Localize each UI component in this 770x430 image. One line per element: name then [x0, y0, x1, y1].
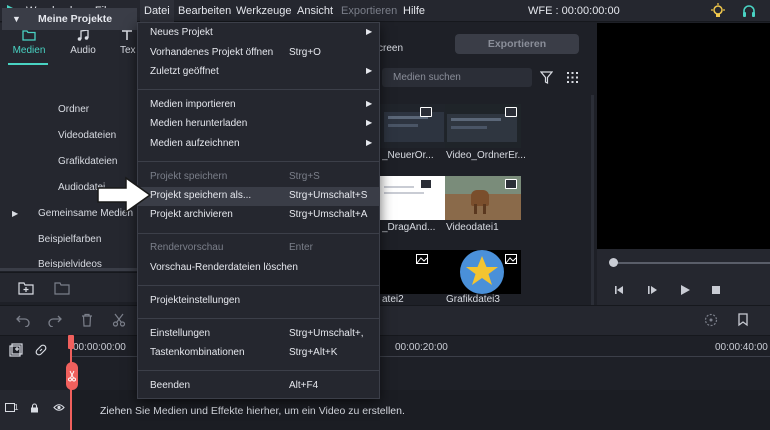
folder-outline-icon[interactable]: [54, 281, 70, 295]
stop-icon[interactable]: [709, 283, 723, 297]
headset-icon[interactable]: [741, 3, 757, 19]
menu-hilfe[interactable]: Hilfe: [403, 5, 425, 17]
redo-icon[interactable]: [48, 313, 62, 327]
media-thumb-video-ordner[interactable]: [445, 104, 521, 148]
submenu-arrow-icon: ▶: [366, 99, 373, 108]
grid-view-icon[interactable]: [566, 71, 579, 84]
empty-timeline-hint: Ziehen Sie Medien und Effekte hierher, u…: [100, 405, 405, 417]
datei-dropdown-menu: Neues Projekt ▶ Vorhandenes Projekt öffn…: [137, 22, 380, 399]
submenu-arrow-icon: ▶: [366, 27, 373, 36]
export-button[interactable]: Exportieren: [455, 34, 579, 54]
menuitem-projekt-speichern-als[interactable]: Projekt speichern als... Strg+Umschalt+S: [138, 187, 379, 206]
menuitem-zuletzt-geoeffnet[interactable]: Zuletzt geöffnet ▶: [138, 63, 379, 82]
menuitem-beenden[interactable]: Beenden Alt+F4: [138, 377, 379, 396]
scissors-icon[interactable]: [112, 313, 126, 327]
play-icon[interactable]: [678, 283, 692, 297]
folder-grafikdateien[interactable]: Grafikdateien: [58, 156, 117, 167]
preview-player: [597, 23, 770, 249]
menuitem-projekt-archivieren[interactable]: Projekt archivieren Strg+Umschalt+A: [138, 206, 379, 225]
submenu-arrow-icon: ▶: [366, 66, 373, 75]
ruler-time-40: 00:00:40:00: [715, 342, 768, 353]
star-image: [460, 250, 504, 294]
tab-split-screen[interactable]: creen: [378, 43, 403, 54]
folder-videodateien[interactable]: Videodateien: [58, 130, 116, 141]
submenu-arrow-icon: ▶: [366, 138, 373, 147]
menuitem-neues-projekt[interactable]: Neues Projekt ▶: [138, 24, 379, 43]
menu-separator: [138, 285, 379, 286]
folder-toolbar: [0, 272, 137, 302]
timecode-display: WFE : 00:00:00:00: [528, 5, 620, 17]
menuitem-rendervorschau[interactable]: Rendervorschau Enter: [138, 239, 379, 258]
caret-down-icon: ▼: [12, 14, 21, 24]
render-icon[interactable]: [704, 313, 718, 327]
track-header: 1: [0, 390, 70, 430]
media-label-2: Video_OrdnerEr...: [446, 150, 526, 161]
text-icon: [122, 30, 132, 40]
menu-separator: [138, 318, 379, 319]
menuitem-projekteinstellungen[interactable]: Projekteinstellungen: [138, 292, 379, 311]
video-badge-icon: [505, 179, 517, 189]
media-label-6: Grafikdatei3: [446, 294, 500, 305]
menuitem-vorschau-renderdateien-loeschen[interactable]: Vorschau-Renderdateien löschen: [138, 259, 379, 278]
menu-bearbeiten[interactable]: Bearbeiten: [178, 5, 231, 17]
folder-beispielvideos[interactable]: Beispielvideos: [38, 259, 102, 268]
menu-separator: [138, 370, 379, 371]
playhead-handle[interactable]: [68, 335, 74, 349]
media-scrollbar[interactable]: [591, 95, 594, 305]
track-number: 1: [14, 403, 19, 412]
menuitem-projekt-speichern[interactable]: Projekt speichern Strg+S: [138, 168, 379, 187]
search-placeholder: Medien suchen: [393, 72, 461, 83]
step-back-icon[interactable]: [612, 283, 626, 297]
add-track-icon[interactable]: [9, 343, 23, 357]
image-badge-icon: [416, 254, 428, 264]
menu-separator: [138, 89, 379, 90]
menu-exportieren[interactable]: Exportieren: [341, 5, 397, 17]
link-icon[interactable]: [34, 343, 48, 357]
caret-right-icon[interactable]: ▶: [12, 209, 18, 218]
marker-icon[interactable]: [736, 313, 750, 327]
music-icon: [77, 29, 89, 41]
menuitem-medien-aufzeichnen[interactable]: Medien aufzeichnen ▶: [138, 135, 379, 154]
folder-scrollbar[interactable]: [0, 268, 137, 271]
menuitem-medien-importieren[interactable]: Medien importieren ▶: [138, 96, 379, 115]
media-thumb-videodatei1[interactable]: [445, 176, 521, 220]
ruler-time-0: 00:00:00:00: [73, 342, 126, 353]
video-badge-icon: [420, 107, 432, 117]
video-badge-icon: [420, 179, 432, 189]
media-label-4: Videodatei1: [446, 222, 499, 233]
menu-werkzeuge[interactable]: Werkzeuge: [236, 5, 291, 17]
menu-separator: [138, 161, 379, 162]
filter-icon[interactable]: [540, 71, 553, 84]
undo-icon[interactable]: [16, 313, 30, 327]
folder-root-meine-projekte[interactable]: ▼ Meine Projekte: [2, 8, 137, 30]
delete-icon[interactable]: [80, 313, 94, 327]
media-thumb-grafikdatei3[interactable]: [445, 250, 521, 294]
menuitem-medien-herunterladen[interactable]: Medien herunterladen ▶: [138, 115, 379, 134]
image-badge-icon: [505, 254, 517, 264]
new-folder-icon[interactable]: [18, 281, 34, 295]
lock-icon[interactable]: [30, 403, 39, 413]
lightbulb-icon[interactable]: [710, 3, 726, 19]
video-badge-icon: [505, 107, 517, 117]
menu-datei[interactable]: Datei: [140, 0, 174, 22]
play-frame-icon[interactable]: [645, 283, 659, 297]
playhead-cut-marker[interactable]: [66, 362, 78, 390]
folder-icon: [22, 30, 36, 41]
scrubber-handle[interactable]: [609, 258, 618, 267]
pointer-arrow-icon: [97, 176, 152, 214]
media-search-box[interactable]: Medien suchen: [382, 68, 532, 87]
menuitem-einstellungen[interactable]: Einstellungen Strg+Umschalt+,: [138, 325, 379, 344]
folder-beispielfarben[interactable]: Beispielfarben: [38, 234, 101, 245]
preview-scrubber[interactable]: [613, 262, 770, 264]
ruler-time-20: 00:00:20:00: [395, 342, 448, 353]
submenu-arrow-icon: ▶: [366, 118, 373, 127]
menuitem-tastenkombinationen[interactable]: Tastenkombinationen Strg+Alt+K: [138, 344, 379, 363]
folder-ordner[interactable]: Ordner: [58, 104, 89, 115]
menuitem-vorhandenes-projekt-oeffnen[interactable]: Vorhandenes Projekt öffnen Strg+O: [138, 44, 379, 63]
menu-ansicht[interactable]: Ansicht: [297, 5, 333, 17]
scissors-mini-icon: [68, 370, 76, 382]
eye-icon[interactable]: [53, 403, 65, 412]
menu-separator: [138, 233, 379, 234]
